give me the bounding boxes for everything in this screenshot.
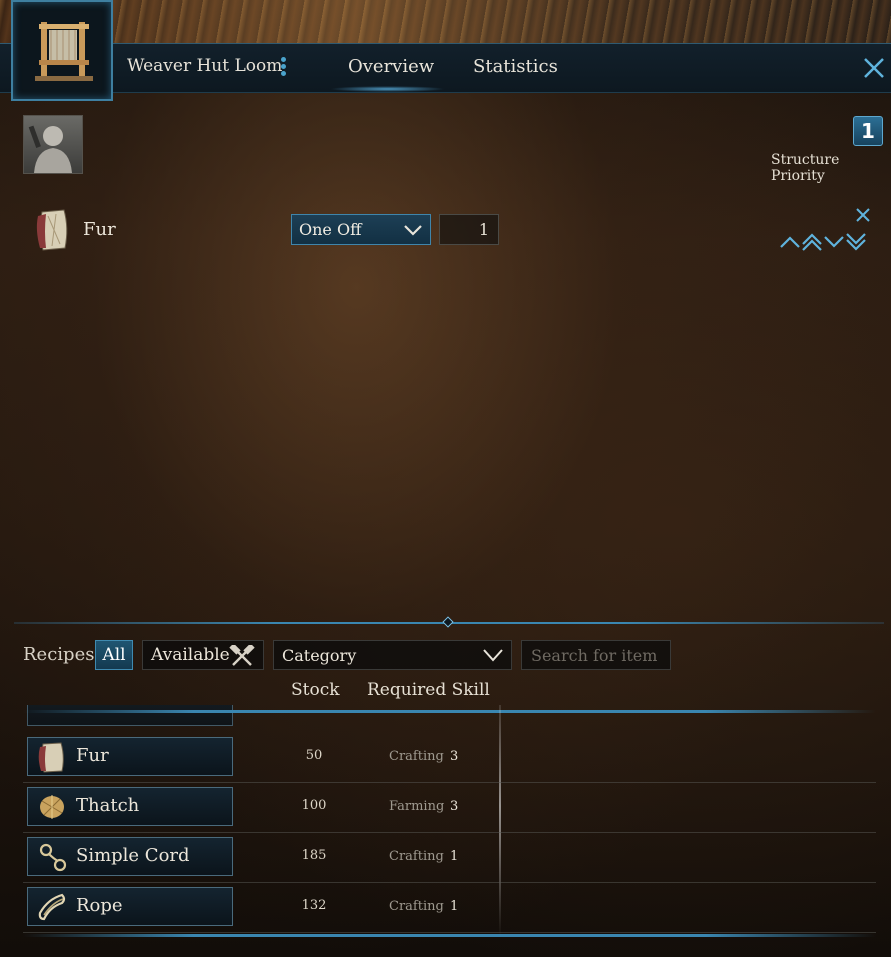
list-item: Fur 50 Crafting 3 [23,732,876,783]
recipe-skill: Crafting [389,749,444,764]
chevron-down-icon [483,649,503,662]
close-button[interactable] [862,56,886,80]
recipe-button-simple-cord[interactable]: Simple Cord [27,837,233,876]
divider-handle[interactable] [442,616,454,628]
background-artwork [0,0,891,44]
recipe-skill-level: 1 [450,899,459,914]
chevron-up-icon [780,236,800,248]
building-title: Weaver Hut Loom [127,56,283,76]
chevron-down-icon [824,236,844,248]
fur-icon [34,208,72,252]
move-top-button[interactable] [801,232,823,252]
thatch-icon [40,795,64,819]
recipe-name: Rope [76,895,123,916]
order-reorder-controls [779,232,871,252]
recipe-button-rope[interactable]: Rope [27,887,233,926]
priority-label: Structure Priority [771,152,840,184]
priority-badge[interactable]: 1 [853,116,883,146]
order-mode-value: One Off [299,220,362,239]
recipe-stock: 100 [301,798,327,813]
move-down-button[interactable] [823,232,845,252]
loom-icon [35,22,93,81]
list-item: Rope 132 Crafting 1 [23,882,876,933]
double-chevron-up-icon [802,233,822,251]
filter-available-label: Available [151,645,230,665]
close-icon [864,58,884,78]
recipes-label: Recipes [23,644,95,665]
list-item: Simple Cord 185 Crafting 1 [23,832,876,883]
fur-icon [38,742,64,773]
recipe-list[interactable]: Fur 50 Crafting 3 Thatch 100 Farming 3 S… [23,705,876,937]
rope-icon [38,893,66,921]
more-options-icon[interactable] [281,57,287,77]
list-bottom-edge [23,934,876,937]
chevron-down-icon [404,225,422,236]
search-input[interactable] [521,640,671,670]
building-thumbnail [11,0,113,101]
recipe-skill: Farming [389,799,445,814]
list-item-partial [27,705,233,726]
filter-available-button[interactable]: Available [142,640,264,670]
recipe-skill: Crafting [389,899,444,914]
recipe-skill-level: 3 [450,749,459,764]
recipe-stock: 50 [305,748,323,763]
recipe-name: Thatch [76,795,140,816]
recipe-skill: Crafting [389,849,444,864]
category-select[interactable]: Category [273,640,512,670]
recipe-button-fur[interactable]: Fur [27,737,233,776]
close-icon [856,208,870,222]
double-chevron-down-icon [846,233,866,251]
recipe-skill-level: 1 [450,849,459,864]
move-up-button[interactable] [779,232,801,252]
cord-icon [39,843,67,872]
filter-all-button[interactable]: All [95,640,133,670]
worker-portrait[interactable] [23,115,83,174]
tab-statistics[interactable]: Statistics [473,56,558,77]
category-value: Category [282,646,357,665]
order-item-name: Fur [83,219,116,240]
tab-overview[interactable]: Overview [348,56,434,77]
column-header-stock[interactable]: Stock [291,680,340,700]
column-header-skill[interactable]: Required Skill [367,680,490,700]
recipe-name: Fur [76,745,109,766]
crossed-hammers-icon [229,645,255,666]
worker-avatar-icon [28,125,72,173]
recipe-name: Simple Cord [76,845,190,866]
order-mode-select[interactable]: One Off [291,214,431,245]
move-bottom-button[interactable] [845,232,867,252]
recipe-button-thatch[interactable]: Thatch [27,787,233,826]
order-quantity-field[interactable]: 1 [439,214,499,245]
active-tab-indicator [330,86,445,92]
list-top-edge [23,710,876,713]
recipe-skill-level: 3 [450,799,459,814]
remove-order-button[interactable] [856,207,870,222]
recipe-stock: 132 [301,898,327,913]
recipe-stock: 185 [301,848,327,863]
list-item: Thatch 100 Farming 3 [23,782,876,833]
